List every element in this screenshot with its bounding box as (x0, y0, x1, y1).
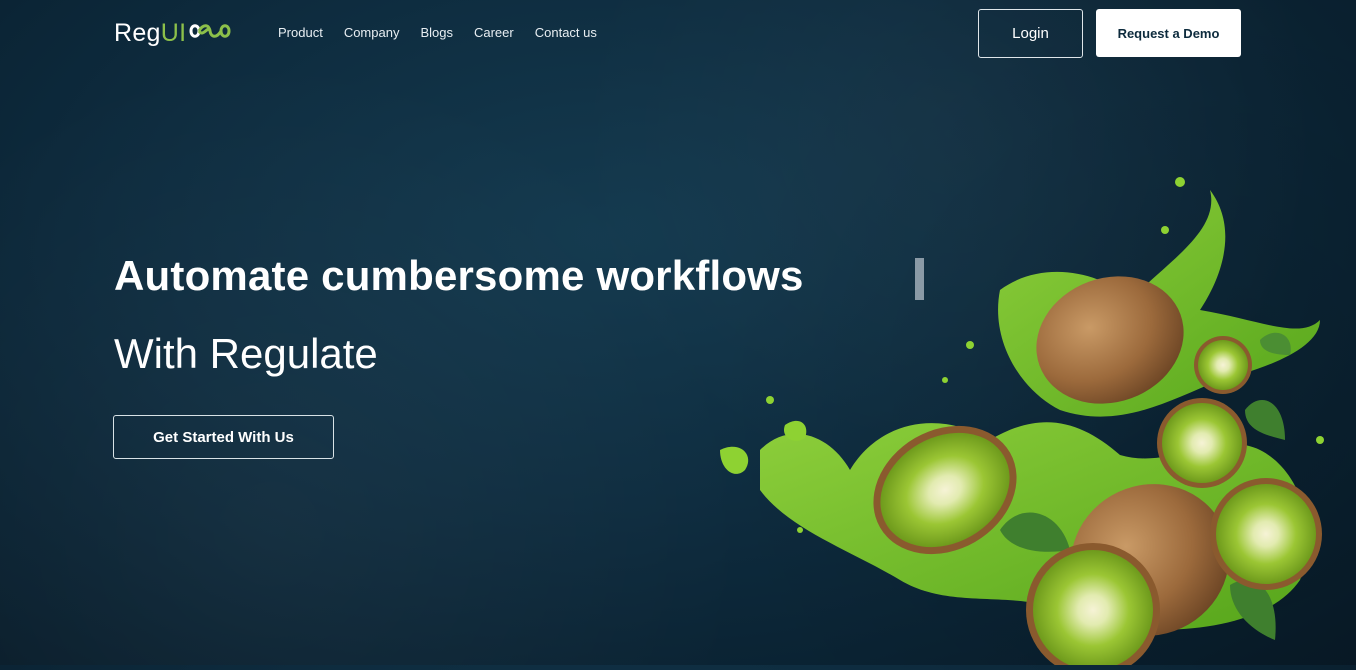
nav-item-career[interactable]: Career (474, 25, 514, 40)
infinity-icon (189, 20, 231, 47)
nav-item-contact-us[interactable]: Contact us (535, 25, 597, 40)
kiwi-juice-splash-illustration (700, 170, 1356, 670)
nav-item-product[interactable]: Product (278, 25, 323, 40)
request-demo-button[interactable]: Request a Demo (1096, 9, 1241, 57)
logo-text: RegUI (114, 19, 187, 47)
login-button[interactable]: Login (978, 9, 1083, 58)
nav-item-company[interactable]: Company (344, 25, 400, 40)
main-nav: Product Company Blogs Career Contact us (278, 25, 618, 40)
get-started-button[interactable]: Get Started With Us (113, 415, 334, 459)
nav-item-blogs[interactable]: Blogs (420, 25, 453, 40)
brand-logo[interactable]: RegUI (114, 19, 231, 48)
hero-subheadline: With Regulate (114, 330, 378, 377)
top-navigation: RegUI Product Company Blogs Career Conta… (0, 0, 1356, 66)
